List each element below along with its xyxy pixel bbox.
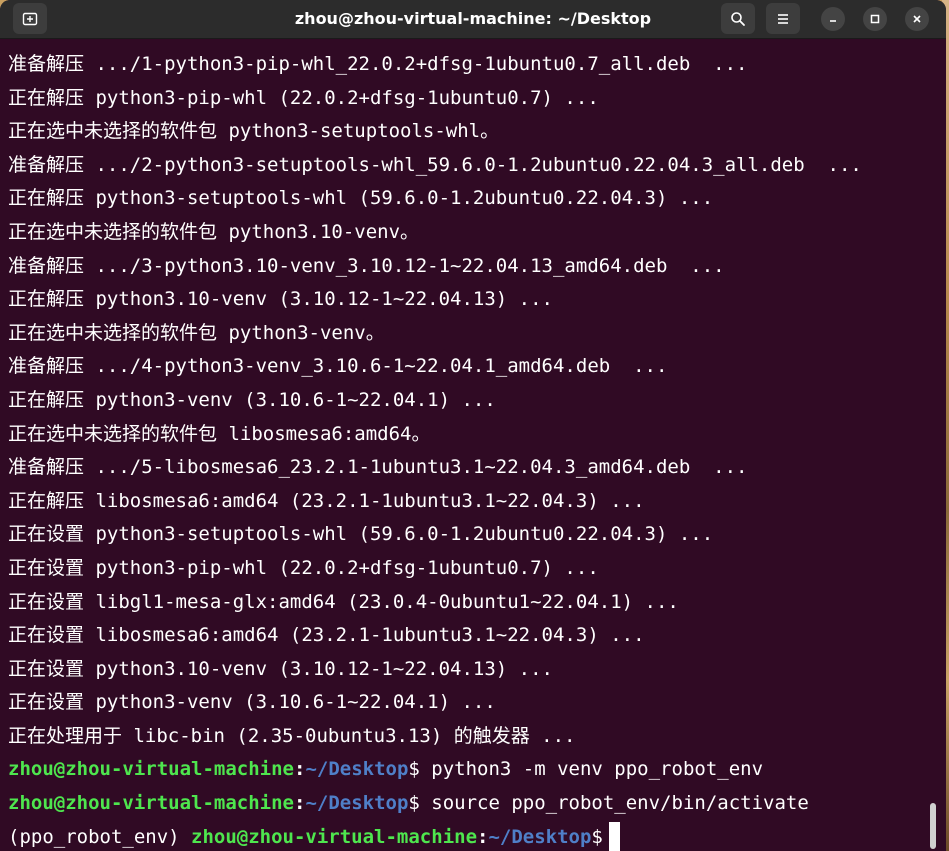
active-prompt-line[interactable]: (ppo_robot_env) zhou@zhou-virtual-machin… (0, 821, 930, 851)
prompt-user-host: zhou@zhou-virtual-machine (191, 825, 478, 848)
output-line: 准备解压 .../3-python3.10-venv_3.10.12-1~22.… (8, 254, 725, 277)
prompt-dollar: $ (591, 825, 603, 848)
command-line: zhou@zhou-virtual-machine:~/Desktop$ pyt… (0, 753, 930, 787)
prompt-colon: : (293, 758, 306, 781)
output-line: 正在设置 libgl1-mesa-glx:amd64 (23.0.4-0ubun… (8, 590, 679, 613)
search-icon (731, 11, 745, 26)
new-tab-icon (22, 12, 38, 25)
prompt-path: ~/Desktop (305, 758, 409, 781)
prompt-colon: : (477, 825, 489, 848)
output-line: 正在设置 python3.10-venv (3.10.12-1~22.04.13… (8, 657, 553, 680)
menu-button[interactable] (766, 3, 800, 34)
command-line: zhou@zhou-virtual-machine:~/Desktop$ sou… (0, 787, 930, 821)
output-line: 准备解压 .../5-libosmesa6_23.2.1-1ubuntu3.1~… (8, 456, 748, 479)
output-line: 正在设置 python3-venv (3.10.6-1~22.04.1) ... (8, 691, 496, 714)
output-line: 正在解压 python3.10-venv (3.10.12-1~22.04.13… (8, 288, 553, 311)
output-line: 准备解压 .../2-python3-setuptools-whl_59.6.0… (8, 153, 862, 176)
output-line: 正在解压 python3-venv (3.10.6-1~22.04.1) ... (8, 388, 496, 411)
venv-prefix: (ppo_robot_env) (8, 825, 192, 848)
terminal-output[interactable]: 准备解压 .../1-python3-pip-whl_22.0.2+dfsg-1… (0, 48, 930, 851)
terminal-window: zhou@zhou-virtual-machine: ~/Desktop 准备解… (0, 0, 946, 851)
output-line: 正在处理用于 libc-bin (2.35-0ubuntu3.13) 的触发器 … (8, 724, 576, 747)
prompt-dollar: $ (408, 758, 420, 781)
output-line: 正在选中未选择的软件包 python3-setuptools-whl。 (8, 120, 500, 143)
output-line: 正在解压 python3-setuptools-whl (59.6.0-1.2u… (8, 187, 714, 210)
prompt-user-host: zhou@zhou-virtual-machine (8, 758, 294, 781)
output-line: 正在选中未选择的软件包 python3-venv。 (8, 321, 385, 344)
prompt-dollar: $ (408, 792, 420, 815)
output-line: 正在设置 libosmesa6:amd64 (23.2.1-1ubuntu3.1… (8, 624, 645, 647)
prompt-user-host: zhou@zhou-virtual-machine (8, 792, 294, 815)
close-icon (913, 15, 921, 23)
output-line: 准备解压 .../4-python3-venv_3.10.6-1~22.04.1… (8, 355, 668, 378)
output-line: 正在选中未选择的软件包 python3.10-venv。 (8, 220, 420, 243)
output-line: 正在解压 libosmesa6:amd64 (23.2.1-1ubuntu3.1… (8, 489, 645, 512)
new-tab-button[interactable] (13, 3, 47, 34)
text-cursor (608, 822, 620, 851)
window-title: zhou@zhou-virtual-machine: ~/Desktop (294, 9, 652, 28)
output-line: 正在选中未选择的软件包 libosmesa6:amd64。 (8, 422, 431, 445)
prompt-colon: : (293, 792, 306, 815)
title-bar[interactable]: zhou@zhou-virtual-machine: ~/Desktop (0, 0, 946, 39)
prompt-path: ~/Desktop (488, 825, 592, 848)
search-button[interactable] (721, 3, 755, 34)
command-text: python3 -m venv ppo_robot_env (419, 758, 764, 781)
output-line: 正在解压 python3-pip-whl (22.0.2+dfsg-1ubunt… (8, 86, 599, 109)
output-line: 正在设置 python3-pip-whl (22.0.2+dfsg-1ubunt… (8, 556, 599, 579)
minimize-icon (830, 20, 836, 22)
hamburger-menu-icon (778, 13, 788, 24)
output-line: 准备解压 .../1-python3-pip-whl_22.0.2+dfsg-1… (8, 53, 748, 75)
scrollbar-thumb[interactable] (930, 803, 936, 849)
prompt-path: ~/Desktop (305, 792, 409, 815)
maximize-icon (870, 14, 880, 24)
maximize-button[interactable] (863, 7, 887, 31)
output-line: 正在设置 python3-setuptools-whl (59.6.0-1.2u… (8, 523, 714, 546)
close-button[interactable] (905, 7, 929, 31)
command-text: source ppo_robot_env/bin/activate (419, 792, 809, 815)
minimize-button[interactable] (821, 7, 845, 31)
